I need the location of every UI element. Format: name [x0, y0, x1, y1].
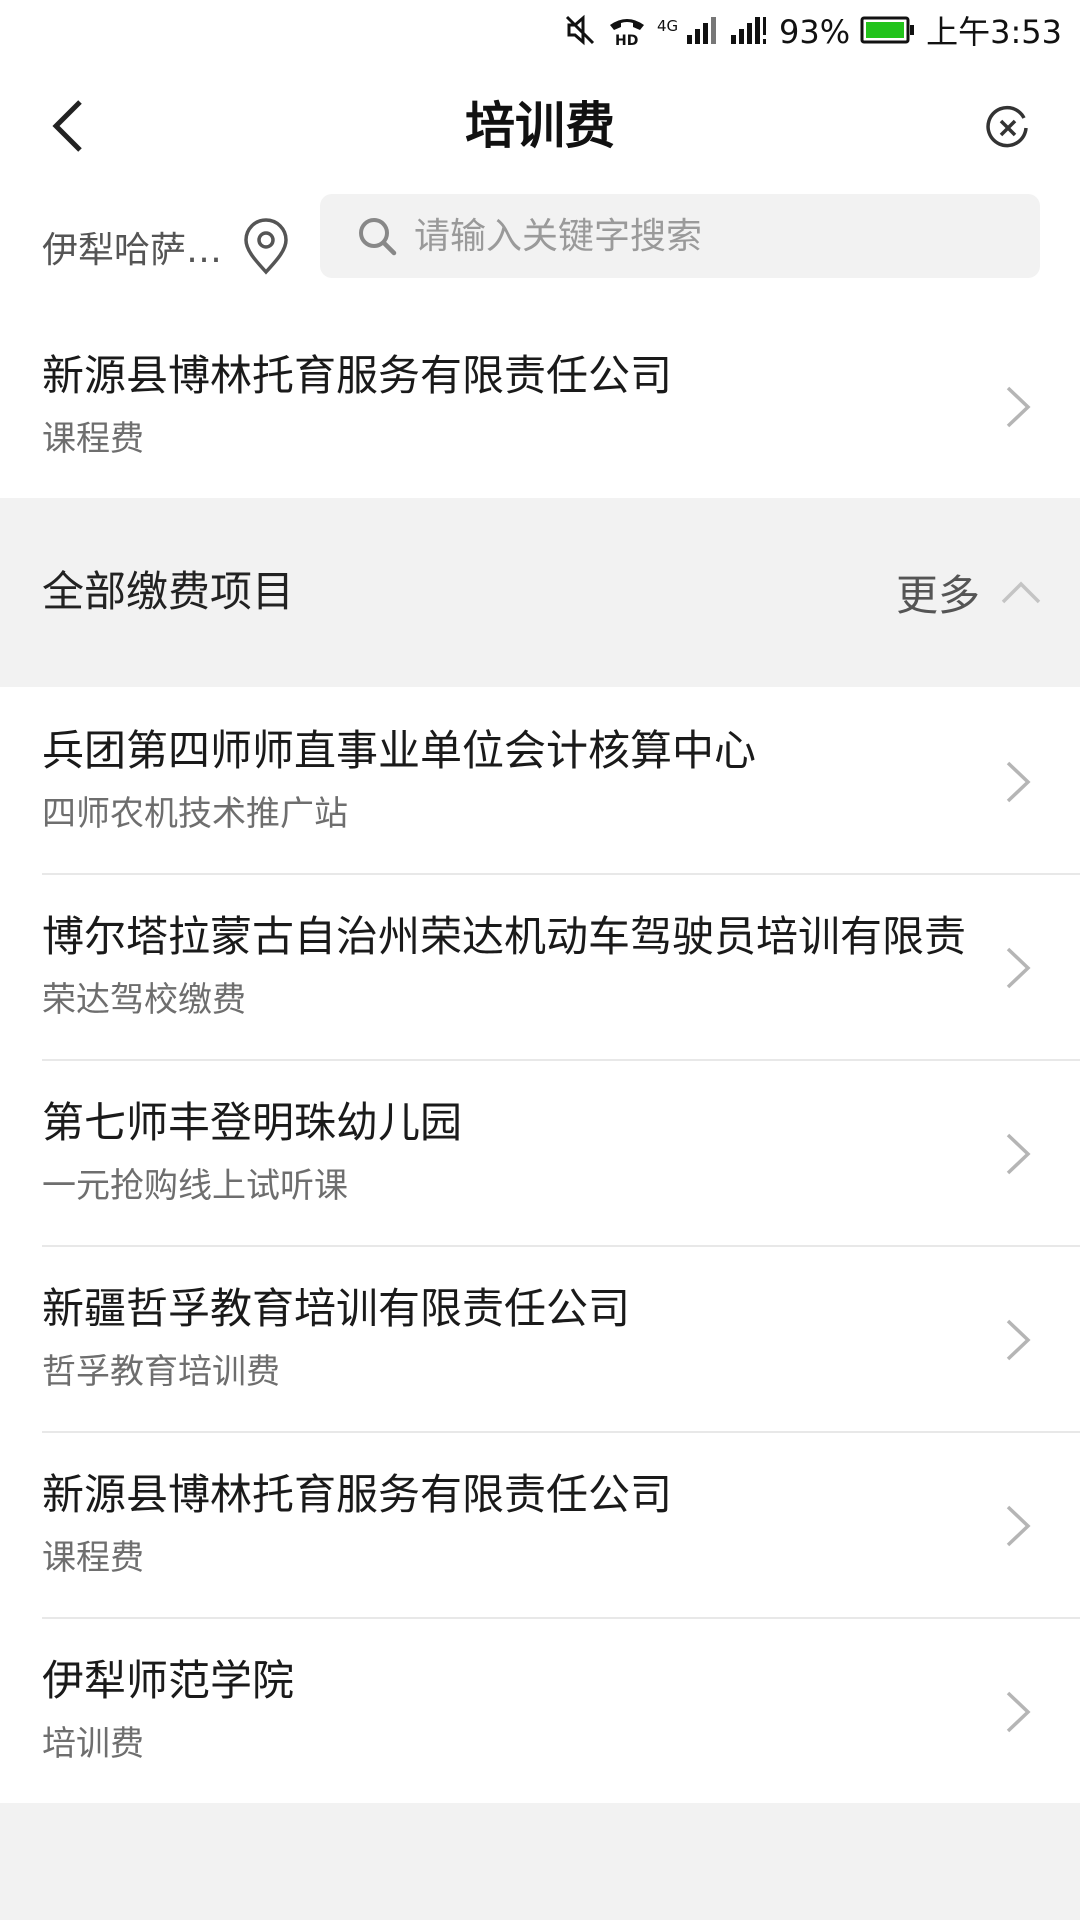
chevron-right-icon — [1006, 1691, 1031, 1733]
close-button[interactable] — [980, 100, 1036, 156]
item-title: 伊犁师范学院 — [42, 1656, 295, 1705]
list-item[interactable]: 新源县博林托育服务有限责任公司 课程费 — [0, 312, 1080, 498]
navigation-bar: 培训费 — [0, 64, 1080, 188]
chevron-up-icon — [1001, 581, 1041, 604]
more-label: 更多 — [895, 570, 980, 620]
list-item[interactable]: 兵团第四师师直事业单位会计核算中心 四师农机技术推广站 — [0, 687, 1080, 873]
search-input[interactable] — [414, 215, 1014, 257]
item-title: 新源县博林托育服务有限责任公司 — [42, 1470, 673, 1519]
signal-icon — [729, 13, 769, 51]
search-icon — [356, 215, 398, 257]
battery-icon — [860, 15, 916, 49]
location-selector[interactable]: 伊犁哈萨… — [42, 210, 294, 284]
recent-list: 新源县博林托育服务有限责任公司 课程费 — [0, 312, 1080, 498]
item-subtitle: 一元抢购线上试听课 — [42, 1166, 348, 1206]
item-title: 新疆哲孚教育培训有限责任公司 — [42, 1284, 631, 1333]
chevron-right-icon — [1006, 1319, 1031, 1361]
page-title: 培训费 — [465, 97, 615, 155]
item-title: 第七师丰登明珠幼儿园 — [42, 1098, 463, 1147]
status-bar: HD 4G 93% 上午3:53 — [0, 0, 1080, 64]
list-item[interactable]: 第七师丰登明珠幼儿园 一元抢购线上试听课 — [0, 1059, 1080, 1245]
clock: 上午3:53 — [926, 13, 1062, 51]
list-item[interactable]: 伊犁师范学院 培训费 — [0, 1617, 1080, 1803]
list-item[interactable]: 新疆哲孚教育培训有限责任公司 哲孚教育培训费 — [0, 1245, 1080, 1431]
chevron-right-icon — [1006, 1133, 1031, 1175]
item-title: 新源县博林托育服务有限责任公司 — [42, 351, 673, 400]
item-subtitle: 培训费 — [42, 1724, 144, 1764]
hd-call-icon: HD — [607, 13, 647, 51]
item-subtitle: 荣达驾校缴费 — [42, 980, 246, 1020]
item-title: 博尔塔拉蒙古自治州荣达机动车驾驶员培训有限责 — [42, 912, 967, 961]
list-item[interactable]: 新源县博林托育服务有限责任公司 课程费 — [0, 1431, 1080, 1617]
list-item[interactable]: 博尔塔拉蒙古自治州荣达机动车驾驶员培训有限责 荣达驾校缴费 — [0, 873, 1080, 1059]
section-header: 全部缴费项目 更多 — [0, 498, 1080, 687]
location-pin-icon — [238, 217, 294, 277]
item-subtitle: 四师农机技术推广站 — [42, 794, 348, 834]
item-title: 兵团第四师师直事业单位会计核算中心 — [42, 726, 757, 775]
location-label: 伊犁哈萨… — [42, 230, 223, 271]
item-subtitle: 哲孚教育培训费 — [42, 1352, 280, 1392]
chevron-right-icon — [1006, 947, 1031, 989]
hd-label: HD — [615, 33, 638, 47]
payment-items-list: 兵团第四师师直事业单位会计核算中心 四师农机技术推广站 博尔塔拉蒙古自治州荣达机… — [0, 687, 1080, 1803]
close-circle-icon — [986, 105, 1028, 148]
chevron-right-icon — [1006, 386, 1031, 428]
mute-icon — [563, 13, 597, 51]
status-icons: HD 4G 93% 上午3:53 — [563, 10, 1062, 54]
battery-percent: 93% — [779, 13, 851, 51]
network-type-label: 4G — [657, 17, 678, 35]
chevron-right-icon — [1006, 1505, 1031, 1547]
search-box[interactable] — [320, 194, 1040, 278]
chevron-right-icon — [1006, 761, 1031, 803]
item-subtitle: 课程费 — [42, 419, 144, 459]
item-subtitle: 课程费 — [42, 1538, 144, 1578]
search-row: 伊犁哈萨… — [0, 188, 1080, 312]
signal-4g-icon: 4G — [657, 13, 719, 51]
more-button[interactable]: 更多 — [896, 562, 1042, 622]
section-title: 全部缴费项目 — [42, 567, 295, 616]
